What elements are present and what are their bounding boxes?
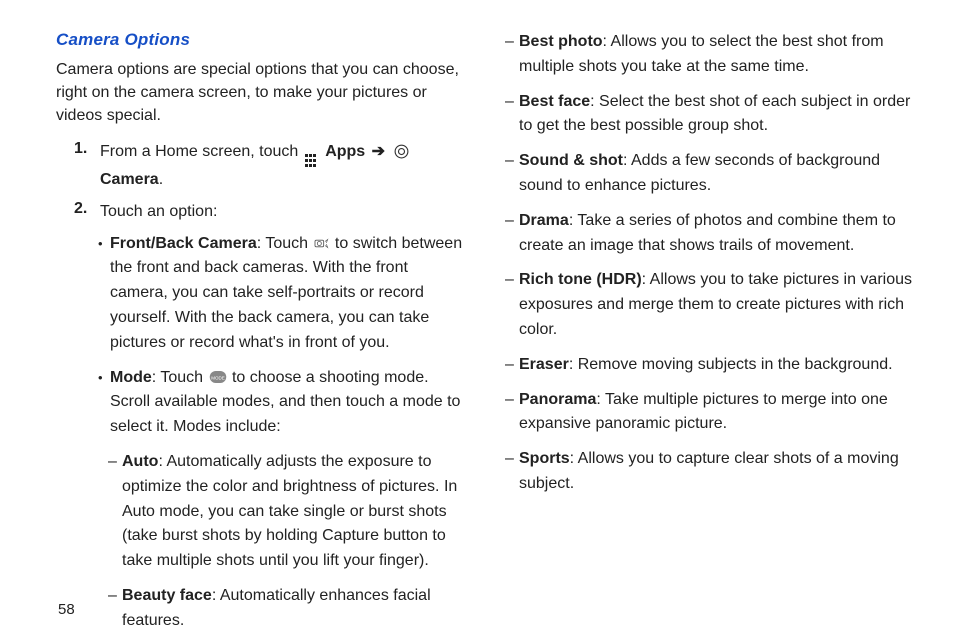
- step-2-text: Touch an option:: [100, 200, 217, 224]
- mode-pre: : Touch: [152, 369, 208, 386]
- eraser-text: : Remove moving subjects in the backgrou…: [569, 356, 893, 373]
- apps-grid-icon: [305, 154, 319, 168]
- mode-icon: MODE: [209, 368, 227, 382]
- mode-auto: – Auto: Automatically adjusts the exposu…: [56, 450, 465, 574]
- mode-drama: – Drama: Take a series of photos and com…: [505, 209, 914, 259]
- auto-text: : Automatically adjusts the exposure to …: [122, 453, 457, 569]
- bestface-label: Best face: [519, 93, 590, 110]
- auto-label: Auto: [122, 453, 158, 470]
- step-number: 1.: [74, 140, 100, 192]
- front-back-pre: : Touch: [257, 235, 313, 252]
- step-1-text-pre: From a Home screen, touch: [100, 143, 303, 160]
- mode-panorama: – Panorama: Take multiple pictures to me…: [505, 388, 914, 438]
- bullet-mode: • Mode: Touch MODE to choose a shooting …: [56, 366, 465, 440]
- rich-label: Rich tone (HDR): [519, 271, 642, 288]
- mode-sports: – Sports: Allows you to capture clear sh…: [505, 447, 914, 497]
- camera-icon: [394, 143, 409, 158]
- mode-bestphoto: – Best photo: Allows you to select the b…: [505, 30, 914, 80]
- bullet-front-back: • Front/Back Camera: Touch to switch bet…: [56, 232, 465, 356]
- apps-label: Apps: [325, 143, 365, 160]
- svg-text:MODE: MODE: [211, 375, 225, 380]
- drama-label: Drama: [519, 212, 569, 229]
- mode-beauty: – Beauty face: Automatically enhances fa…: [56, 584, 465, 634]
- step-1-end: .: [159, 171, 163, 188]
- mode-rich: – Rich tone (HDR): Allows you to take pi…: [505, 268, 914, 342]
- beauty-label: Beauty face: [122, 587, 212, 604]
- mode-bestface: – Best face: Select the best shot of eac…: [505, 90, 914, 140]
- mode-sound: – Sound & shot: Adds a few seconds of ba…: [505, 149, 914, 199]
- section-heading: Camera Options: [56, 30, 465, 50]
- sports-text: : Allows you to capture clear shots of a…: [519, 450, 899, 492]
- step-2: 2. Touch an option:: [56, 200, 465, 224]
- sound-label: Sound & shot: [519, 152, 623, 169]
- intro-paragraph: Camera options are special options that …: [56, 58, 465, 128]
- drama-text: : Take a series of photos and combine th…: [519, 212, 896, 254]
- switch-camera-icon: [313, 233, 329, 245]
- sports-label: Sports: [519, 450, 570, 467]
- step-number: 2.: [74, 200, 100, 224]
- page-number: 58: [58, 601, 75, 618]
- front-back-label: Front/Back Camera: [110, 235, 257, 252]
- step-1: 1. From a Home screen, touch Apps ➔ Came…: [56, 140, 465, 192]
- arrow-icon: ➔: [372, 143, 385, 160]
- camera-label: Camera: [100, 171, 159, 188]
- bestphoto-label: Best photo: [519, 33, 603, 50]
- eraser-label: Eraser: [519, 356, 569, 373]
- mode-eraser: – Eraser: Remove moving subjects in the …: [505, 353, 914, 378]
- mode-label: Mode: [110, 369, 152, 386]
- panorama-label: Panorama: [519, 391, 596, 408]
